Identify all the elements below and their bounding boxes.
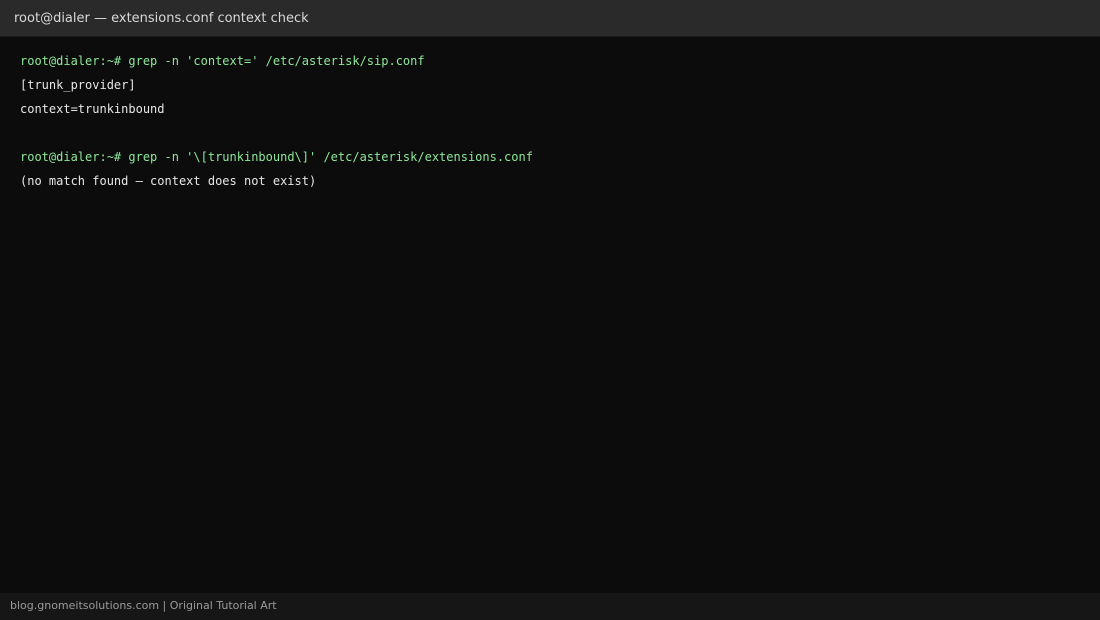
command-line: root@dialer:~# grep -n '\[trunkinbound\]…: [20, 145, 1080, 169]
command-text: grep -n 'context=' /etc/asterisk/sip.con…: [121, 54, 425, 68]
output-line: [trunk_provider]: [20, 78, 136, 92]
title-bar[interactable]: root@dialer — extensions.conf context ch…: [0, 0, 1100, 37]
terminal-output-area[interactable]: root@dialer:~# grep -n 'context=' /etc/a…: [0, 37, 1100, 593]
output-line: context=trunkinbound: [20, 102, 165, 116]
footer-bar: blog.gnomeitsolutions.com | Original Tut…: [0, 593, 1100, 620]
command-line: root@dialer:~# grep -n 'context=' /etc/a…: [20, 49, 1080, 73]
shell-prompt: root@dialer:~#: [20, 54, 122, 68]
output-line: (no match found — context does not exist…: [20, 174, 317, 188]
shell-prompt: root@dialer:~#: [20, 150, 122, 164]
command-text: grep -n '\[trunkinbound\]' /etc/asterisk…: [121, 150, 533, 164]
terminal-window: root@dialer — extensions.conf context ch…: [0, 0, 1100, 620]
footer-credit: blog.gnomeitsolutions.com | Original Tut…: [10, 599, 277, 612]
window-title: root@dialer — extensions.conf context ch…: [14, 11, 309, 26]
